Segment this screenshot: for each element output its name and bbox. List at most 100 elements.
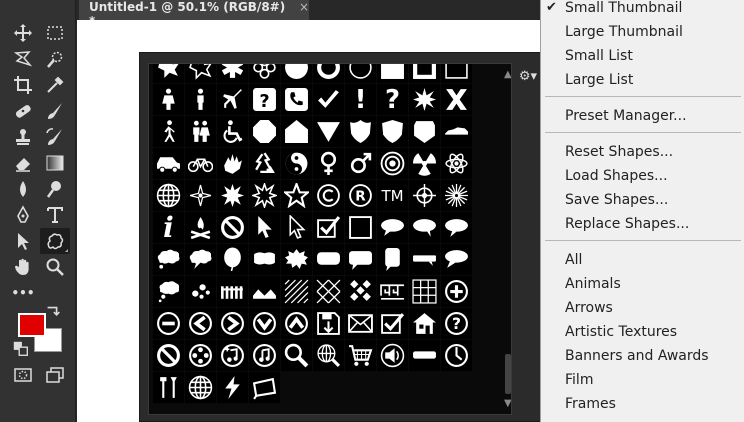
quick-mask-button[interactable] [8,362,38,388]
shape-wave-texture[interactable] [249,276,280,307]
menu-item-small-list[interactable]: Small List [541,44,744,68]
shape-cloud-bubble[interactable] [185,244,216,275]
shape-hand-paper[interactable] [217,148,248,179]
scroll-up-icon[interactable]: ▲ [504,69,511,80]
lasso-tool[interactable] [8,46,38,72]
shape-diamond-grid[interactable] [345,276,376,307]
shape-splat[interactable] [153,64,184,83]
shape-cursor-arrow-outline[interactable] [281,212,312,243]
dodge-tool[interactable] [40,176,70,202]
shape-checkbox-empty[interactable] [345,212,376,243]
shape-female-symbol[interactable] [313,148,344,179]
shape-shield[interactable] [345,116,376,147]
shape-save-floppy[interactable] [313,308,344,339]
shape-cross-hatch[interactable] [313,276,344,307]
hand-tool[interactable] [8,254,38,280]
shape-x[interactable] [441,84,472,115]
shape-sunburst[interactable] [441,180,472,211]
healing-brush-tool[interactable] [8,98,38,124]
shape-couple[interactable] [185,116,216,147]
shape-star-outline[interactable] [281,180,312,211]
menu-item-artistic-textures[interactable]: Artistic Textures [541,320,744,344]
shape-grid-scrollbar[interactable]: ▲ ▼ [504,64,511,414]
more-tools-icon[interactable]: ••• [8,280,38,306]
shape-sign-board[interactable] [249,372,280,403]
shape-burst-outline[interactable] [249,180,280,211]
shape-wavy-bubble[interactable] [249,244,280,275]
shape-check-box-2[interactable] [377,308,408,339]
shape-paw-prints[interactable] [185,276,216,307]
shape-house-pentagon[interactable] [281,116,312,147]
shape-burst[interactable] [217,180,248,211]
shape-speech-bubble-3[interactable] [441,212,472,243]
close-tab-icon[interactable]: × [299,0,309,14]
shape-magnifier[interactable] [281,340,312,371]
shape-globe-search[interactable] [313,340,344,371]
gradient-tool[interactable] [40,150,70,176]
shape-clock[interactable] [441,340,472,371]
shape-triangle-down[interactable] [313,116,344,147]
shape-envelope[interactable] [345,308,376,339]
menu-item-all[interactable]: All [541,248,744,272]
shape-arrow-down-circle[interactable] [249,308,280,339]
shape-male-symbol[interactable] [345,148,376,179]
shape-phone-box[interactable] [281,84,312,115]
shape-bar-bubble[interactable] [409,244,440,275]
shape-world[interactable] [185,372,216,403]
crop-tool[interactable] [8,72,38,98]
shape-no-symbol[interactable] [153,340,184,371]
shape-no-sign[interactable] [217,212,248,243]
menu-item-small-thumbnail[interactable]: ✔ Small Thumbnail [541,0,744,20]
shape-campfire[interactable] [185,212,216,243]
shape-minus-circle[interactable] [153,308,184,339]
shape-info[interactable]: i [153,211,184,244]
shape-music-note-circle[interactable] [249,340,280,371]
shape-film-reel[interactable] [185,340,216,371]
menu-item-animals[interactable]: Animals [541,272,744,296]
history-brush-tool[interactable] [40,124,70,150]
shape-man[interactable] [185,84,216,115]
screen-mode-button[interactable] [40,362,70,388]
shape-question[interactable]: ? [377,84,408,115]
shape-flower[interactable] [249,64,280,83]
shape-tall-bubble[interactable] [377,244,408,275]
eraser-tool[interactable] [8,150,38,176]
shape-crosshair[interactable] [409,180,440,211]
shape-checkmark[interactable] [313,84,344,115]
shape-arrow-left-circle[interactable] [185,308,216,339]
menu-item-film[interactable]: Film [541,368,744,392]
blur-tool[interactable] [8,176,38,202]
shape-rounded-bubble[interactable] [313,244,344,275]
shape-speech-bubble-2[interactable] [409,212,440,243]
shape-target[interactable] [377,148,408,179]
shape-compass-point[interactable] [185,180,216,211]
menu-item-large-list[interactable]: Large List [541,68,744,92]
shape-rect-bubble[interactable] [345,244,376,275]
shape-spiky-bubble[interactable] [281,244,312,275]
shape-bar[interactable] [409,340,440,371]
shape-tools[interactable] [153,372,184,403]
zoom-tool[interactable] [40,254,70,280]
shape-ring-thick[interactable] [313,64,344,83]
menu-item-banners-and-awards[interactable]: Banners and Awards [541,344,744,368]
clone-stamp-tool[interactable] [8,124,38,150]
path-select-tool[interactable] [8,228,38,254]
shape-square-frame-thick[interactable] [409,64,440,83]
shape-help-circle[interactable]: ? [441,308,472,339]
shape-car[interactable] [153,148,184,179]
shape-hatch-texture[interactable] [281,276,312,307]
menu-item-large-thumbnail[interactable]: Large Thumbnail [541,20,744,44]
shape-circle-fill[interactable] [281,64,312,83]
menu-item-replace-shapes[interactable]: Replace Shapes... [541,212,744,236]
shape-octagon[interactable] [249,116,280,147]
marquee-tool[interactable] [40,20,70,46]
shape-speech-bubble-1[interactable] [377,212,408,243]
shape-lightning[interactable] [217,372,248,403]
move-tool[interactable] [8,20,38,46]
brush-tool[interactable] [40,98,70,124]
shape-ring-thin[interactable] [345,64,376,83]
shape-home[interactable] [409,308,440,339]
shape-bicycle[interactable] [185,148,216,179]
shape-woman[interactable] [153,84,184,115]
shape-recycle[interactable] [249,148,280,179]
